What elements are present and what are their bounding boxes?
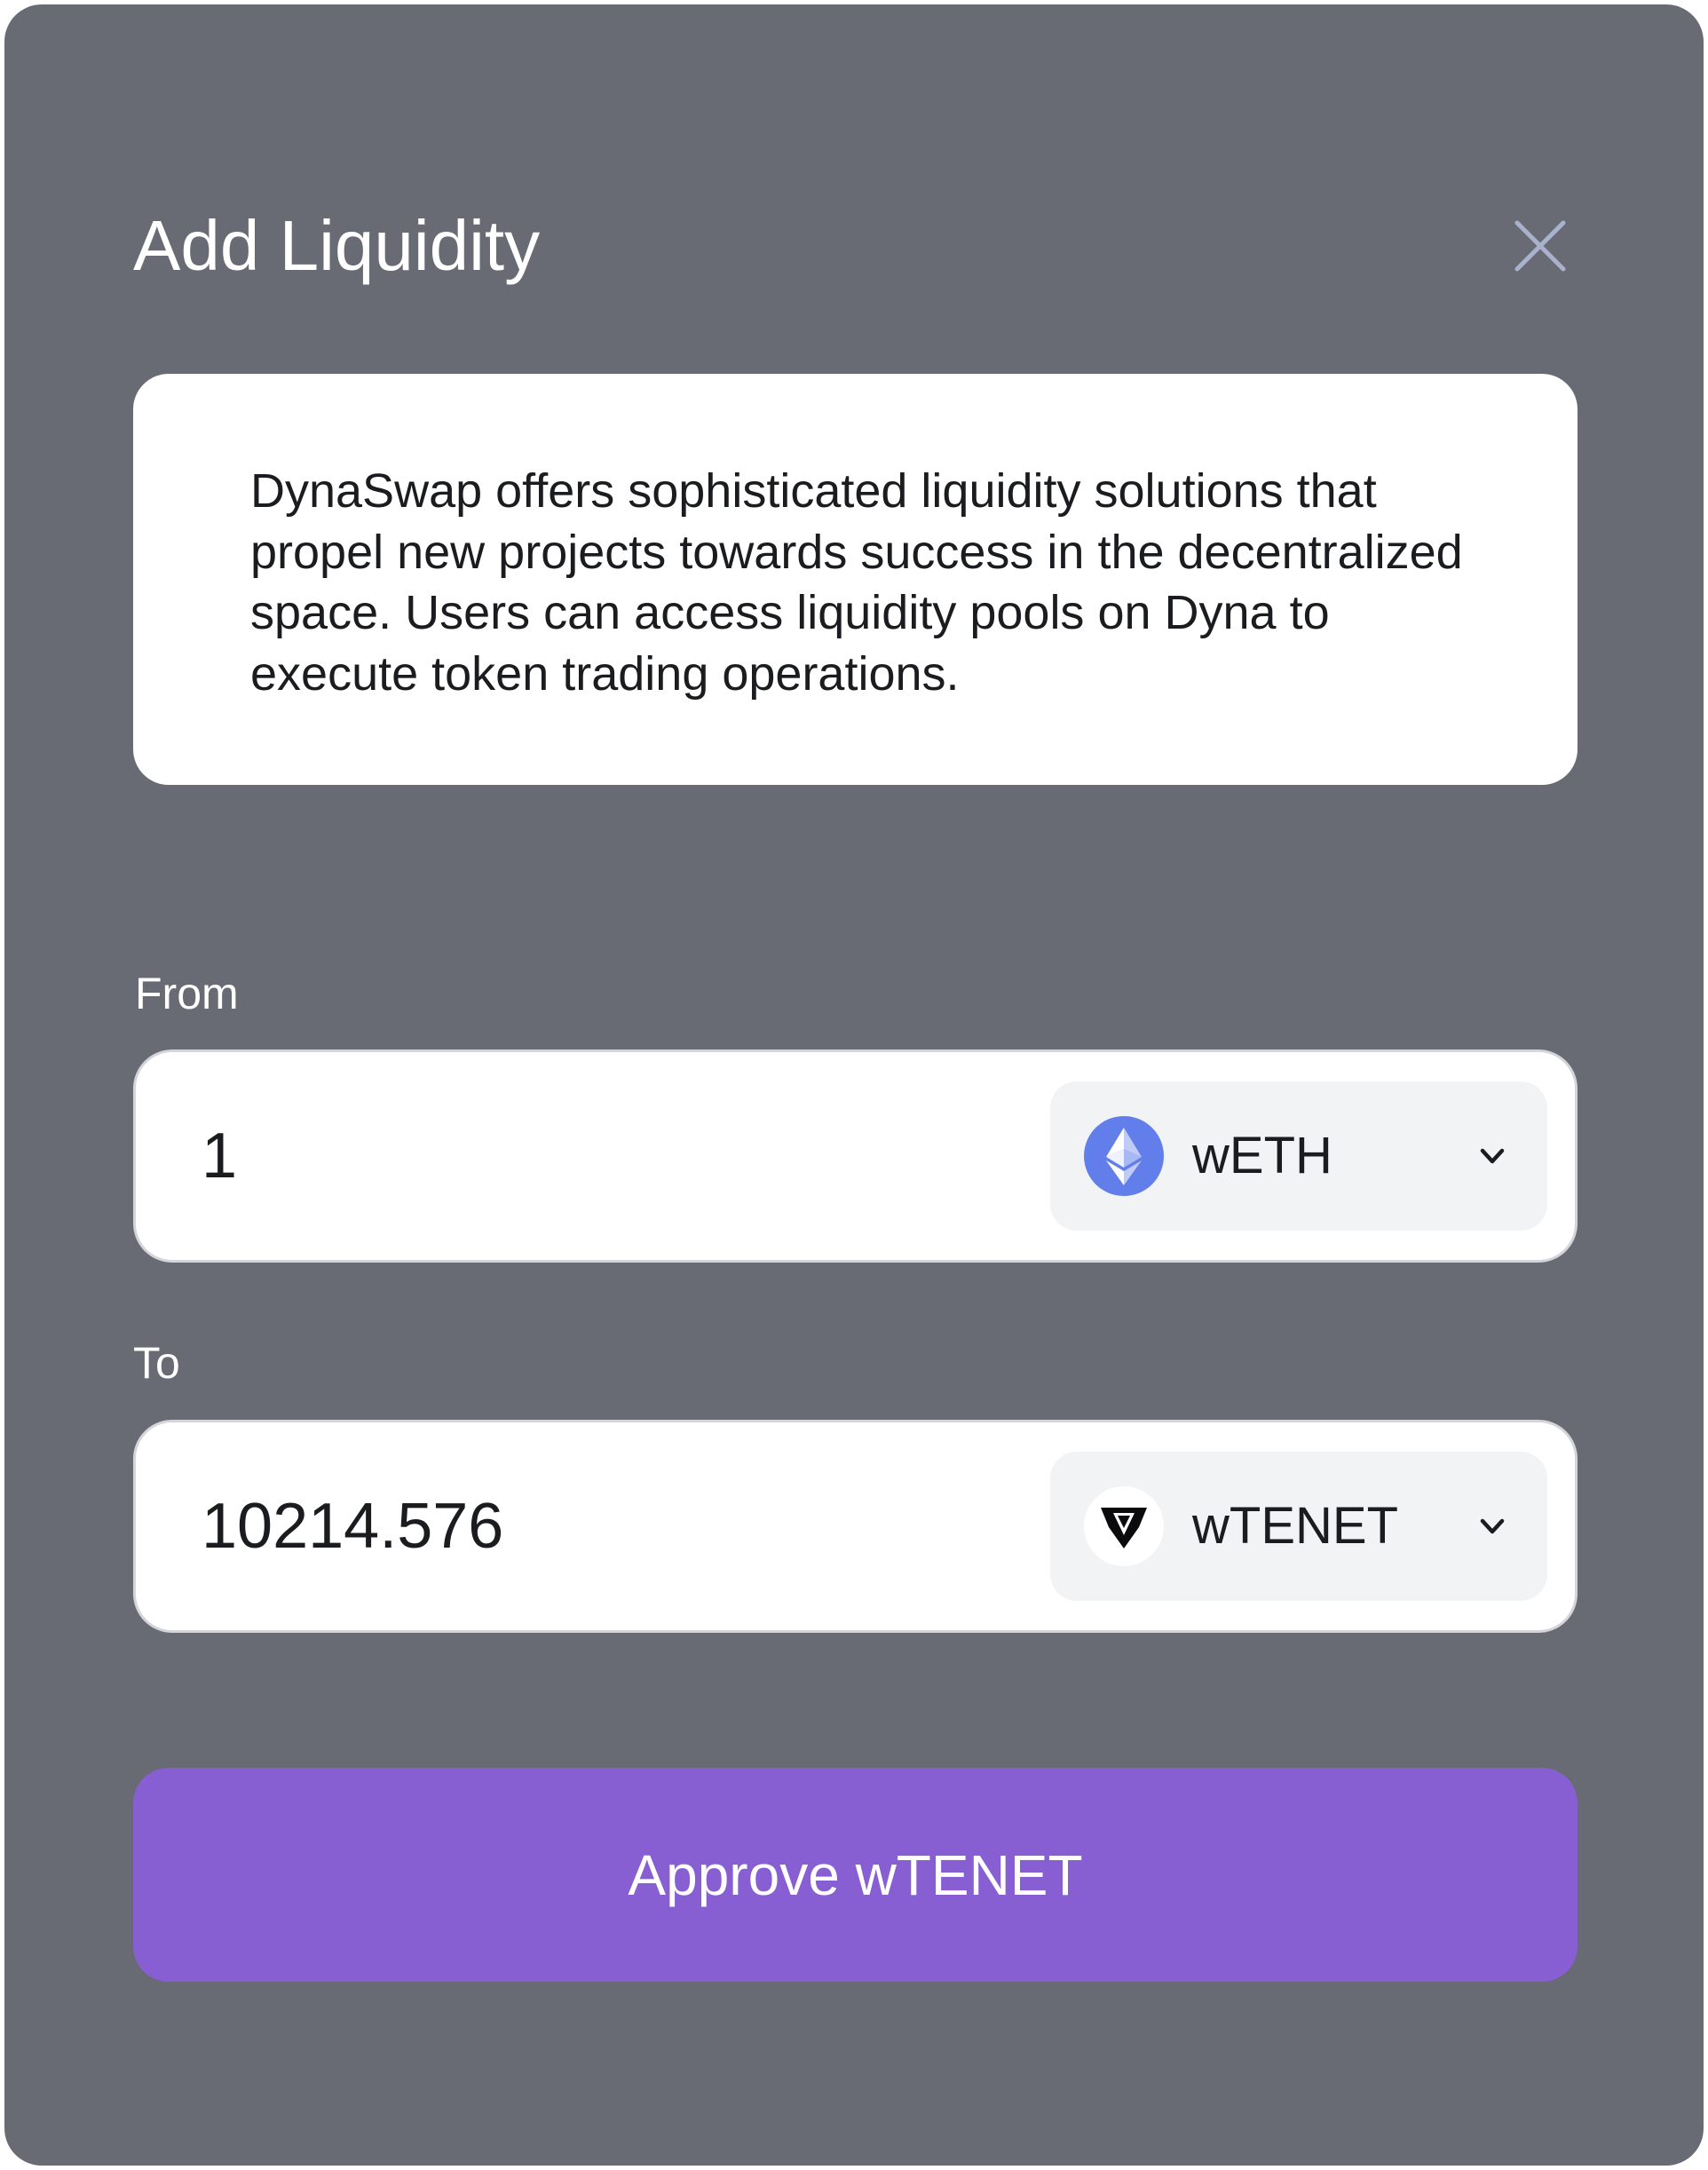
info-description: DynaSwap offers sophisticated liquidity … [250,464,1463,701]
modal-title: Add Liquidity [133,206,541,285]
chevron-down-icon [1475,1509,1510,1544]
to-token-symbol: wTENET [1192,1497,1398,1555]
from-amount-input[interactable] [202,1100,1089,1212]
from-amount-row: wETH [133,1049,1578,1263]
tenet-icon [1084,1486,1164,1566]
chevron-down-icon [1475,1138,1510,1174]
from-label: From [135,969,239,1018]
to-amount-input[interactable] [202,1470,1089,1582]
to-amount-row: wTENET [133,1420,1578,1633]
to-label: To [133,1338,180,1388]
close-icon [1514,220,1566,272]
from-token-select[interactable]: wETH [1050,1081,1547,1231]
approve-button[interactable]: Approve wTENET [133,1768,1578,1982]
add-liquidity-modal: Add Liquidity DynaSwap offers sophistica… [4,4,1704,2166]
info-card: DynaSwap offers sophisticated liquidity … [133,374,1578,785]
ethereum-icon [1084,1116,1164,1196]
close-button[interactable] [1505,210,1576,281]
from-token-symbol: wETH [1192,1127,1332,1184]
to-token-select[interactable]: wTENET [1050,1452,1547,1601]
